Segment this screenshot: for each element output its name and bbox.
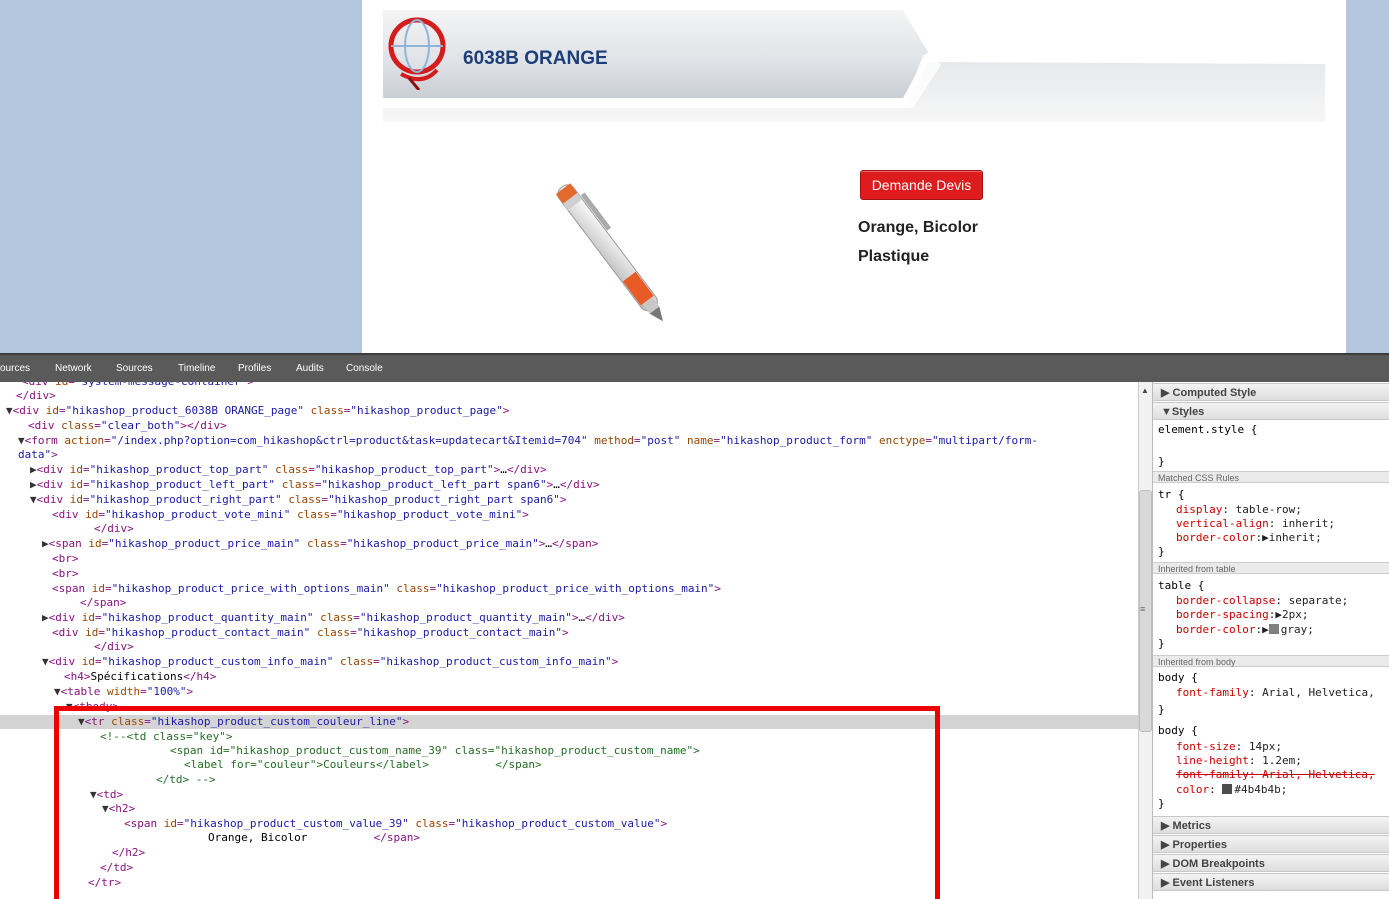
dom-node[interactable]: ▶<div id="hikashop_product_left_part" cl…	[30, 478, 600, 492]
product-banner: 6038B ORANGE	[383, 10, 1325, 122]
properties-title: Properties	[1172, 839, 1227, 851]
dom-breakpoints-title: DOM Breakpoints	[1172, 858, 1265, 870]
dom-node: data">	[18, 448, 58, 461]
body-rule-selector[interactable]: body {	[1158, 671, 1198, 685]
expand-triangle-icon: ▶	[1161, 387, 1170, 399]
expand-triangle-icon: ▶	[1161, 877, 1170, 889]
dom-node[interactable]: ▼<div id="hikashop_product_custom_info_m…	[42, 655, 618, 669]
styles-title: Styles	[1171, 406, 1205, 418]
rule-close-brace: }	[1158, 637, 1165, 650]
tab-timeline[interactable]: Timeline	[178, 363, 215, 374]
dom-node[interactable]: <br>	[52, 567, 79, 581]
event-listeners-title: Event Listeners	[1172, 877, 1255, 889]
expand-triangle-icon: ▶	[1161, 820, 1170, 832]
table-rule-selector[interactable]: table {	[1158, 579, 1204, 593]
devtools-toolbar: ources Network Sources Timeline Profiles…	[0, 353, 1389, 382]
dom-node[interactable]: ▼<form action="/index.php?option=com_hik…	[18, 434, 1038, 448]
dom-node[interactable]: ▼<table width="100%">	[54, 685, 193, 699]
metrics-title: Metrics	[1172, 820, 1212, 832]
dom-node[interactable]: </span>	[80, 596, 126, 610]
dom-node[interactable]: ▼<div id="hikashop_product_right_part" c…	[30, 493, 566, 507]
tab-console[interactable]: Console	[346, 363, 383, 374]
dom-node[interactable]: ▶<div id="hikashop_product_quantity_main…	[42, 611, 625, 625]
computed-style-title: Computed Style	[1172, 387, 1257, 399]
product-material-attribute: Plastique	[858, 248, 930, 265]
rule-close-brace: }	[1158, 703, 1165, 716]
dom-node[interactable]: ▶<div id="hikashop_product_top_part" cla…	[30, 463, 547, 477]
css-property[interactable]: font-family: Arial, Helvetica,	[1176, 686, 1375, 700]
dom-node[interactable]: <br>	[52, 552, 79, 566]
scroll-up-arrow-icon[interactable]: ▲	[1141, 386, 1149, 395]
elements-tree-panel[interactable]: <div id="system-message-container"> </di…	[0, 382, 1138, 899]
company-logo	[388, 17, 446, 90]
expand-triangle-icon: ▶	[1161, 858, 1170, 870]
css-property[interactable]: border-color:▶ gray;	[1176, 623, 1314, 637]
color-swatch-icon[interactable]	[1268, 624, 1279, 634]
event-listeners-section[interactable]: ▶ Event Listeners	[1153, 873, 1389, 891]
styles-section[interactable]: ▼Styles	[1153, 402, 1389, 420]
css-property[interactable]: vertical-align: inherit;	[1176, 517, 1335, 531]
css-property[interactable]: color: #4b4b4b;	[1176, 783, 1287, 797]
page-content: 6038B ORANGE Demande Devis Orange, Bicol…	[362, 0, 1346, 353]
css-property[interactable]: font-size: 14px;	[1176, 740, 1282, 754]
tab-network[interactable]: Network	[55, 363, 92, 374]
rule-close-brace: }	[1158, 545, 1165, 558]
dom-node[interactable]: </div>	[94, 640, 134, 654]
product-pen-image	[555, 183, 663, 322]
expand-triangle-icon: ▶	[1161, 839, 1170, 851]
metrics-section[interactable]: ▶ Metrics	[1153, 816, 1389, 834]
tr-rule-selector[interactable]: tr {	[1158, 488, 1185, 502]
color-swatch-icon[interactable]	[1222, 784, 1233, 794]
dom-node[interactable]: <h4>Spécifications</h4>	[64, 670, 216, 684]
tab-audits[interactable]: Audits	[296, 363, 324, 374]
properties-section[interactable]: ▶ Properties	[1153, 835, 1389, 853]
tab-profiles[interactable]: Profiles	[238, 363, 271, 374]
dom-breakpoints-section[interactable]: ▶ DOM Breakpoints	[1153, 854, 1389, 872]
dom-node[interactable]: <div id="hikashop_product_vote_mini" cla…	[52, 508, 529, 522]
css-property[interactable]: line-height: 1.2em;	[1176, 754, 1302, 768]
product-color-attribute: Orange, Bicolor	[858, 219, 979, 236]
body-rule-selector[interactable]: body {	[1158, 724, 1198, 738]
dom-node[interactable]: ▶<span id="hikashop_product_price_main" …	[42, 537, 598, 551]
rule-close-brace: }	[1158, 455, 1165, 468]
css-property[interactable]: display: table-row;	[1176, 503, 1302, 517]
dom-node[interactable]: <div class="clear_both"></div>	[28, 419, 227, 433]
css-property[interactable]: border-collapse: separate;	[1176, 594, 1348, 608]
dom-node[interactable]: </div>	[94, 522, 134, 536]
overridden-css-property[interactable]: font-family: Arial, Helvetica,	[1176, 768, 1375, 782]
red-annotation-box	[54, 706, 940, 899]
css-property[interactable]: border-color:▶inherit;	[1176, 531, 1322, 545]
dom-node[interactable]: ▼<div id="hikashop_product_6038B ORANGE_…	[6, 404, 509, 418]
tab-resources[interactable]: ources	[0, 363, 30, 374]
panel-resize-handle-icon[interactable]: ≡	[1140, 604, 1145, 614]
inherited-body-header: Inherited from body	[1153, 655, 1389, 667]
collapse-triangle-icon: ▼	[1161, 406, 1172, 418]
quote-request-button[interactable]: Demande Devis	[860, 170, 983, 200]
css-property[interactable]: border-spacing:▶2px;	[1176, 608, 1308, 622]
styles-sidebar: ▶ Computed Style ▼Styles element.style {…	[1152, 382, 1389, 899]
dom-node[interactable]: <div id="system-message-container">	[22, 382, 254, 389]
element-style-rule[interactable]: element.style {	[1158, 423, 1257, 437]
dom-node[interactable]: </div>	[16, 389, 56, 403]
inherited-table-header: Inherited from table	[1153, 562, 1389, 574]
computed-style-section[interactable]: ▶ Computed Style	[1153, 383, 1389, 401]
browser-viewport: 6038B ORANGE Demande Devis Orange, Bicol…	[0, 0, 1389, 353]
tab-sources[interactable]: Sources	[116, 363, 153, 374]
dom-node[interactable]: <span id="hikashop_product_price_with_op…	[52, 582, 721, 596]
matched-rules-header: Matched CSS Rules	[1153, 471, 1389, 483]
product-title: 6038B ORANGE	[463, 48, 608, 69]
rule-close-brace: }	[1158, 797, 1165, 810]
dom-node[interactable]: <div id="hikashop_product_contact_main" …	[52, 626, 569, 640]
